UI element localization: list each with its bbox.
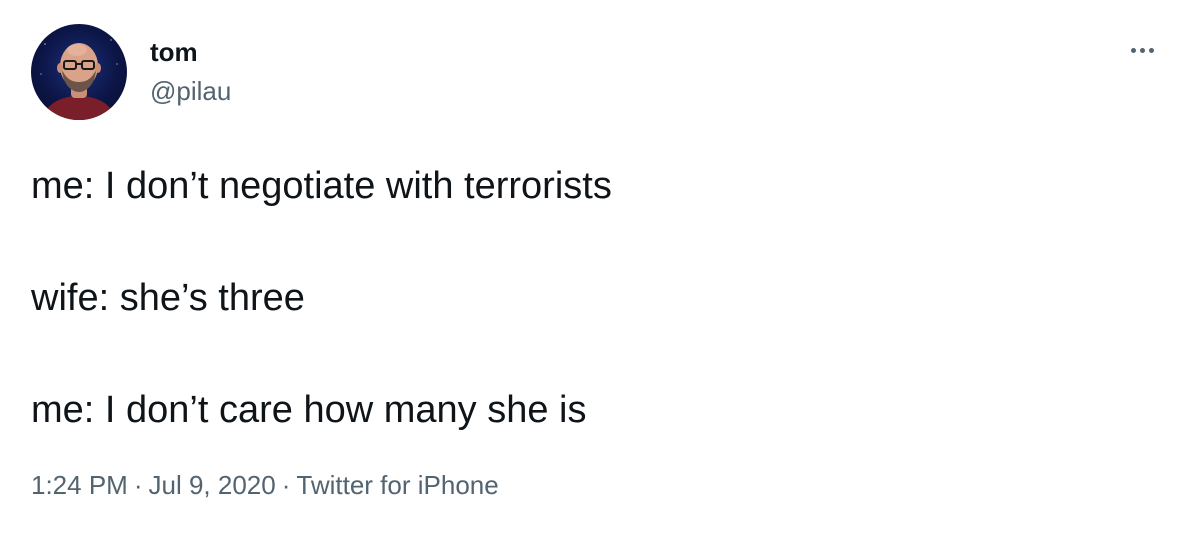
tweet-metadata: 1:24 PM · Jul 9, 2020 · Twitter for iPhone <box>31 468 499 502</box>
tweet-line: wife: she’s three <box>31 277 305 319</box>
avatar[interactable] <box>31 24 127 120</box>
avatar-image <box>40 39 118 120</box>
tweet-line: me: I don’t care how many she is <box>31 389 587 431</box>
author-handle[interactable]: @pilau <box>150 75 231 107</box>
more-horizontal-icon-dot <box>1139 47 1145 53</box>
separator: · <box>281 470 291 500</box>
tweet-card: tom @pilau me: I don’t negotiate with te… <box>0 0 1190 536</box>
tweet-text: me: I don’t negotiate with terrorists wi… <box>31 158 1151 438</box>
tweet-date: Jul 9, 2020 <box>148 470 276 500</box>
tweet-timestamp-link[interactable]: 1:24 PM · Jul 9, 2020 <box>31 470 276 500</box>
author-display-name[interactable]: tom <box>150 36 198 68</box>
more-options-button[interactable] <box>1122 36 1162 64</box>
tweet-time: 1:24 PM <box>31 470 128 500</box>
more-horizontal-icon-dot <box>1148 47 1154 53</box>
separator: · <box>133 470 143 500</box>
tweet-line-break <box>31 214 1151 270</box>
tweet-line-break <box>31 326 1151 382</box>
more-horizontal-icon <box>1130 47 1136 53</box>
tweet-source-link[interactable]: Twitter for iPhone <box>296 470 498 500</box>
tweet-line: me: I don’t negotiate with terrorists <box>31 165 612 207</box>
